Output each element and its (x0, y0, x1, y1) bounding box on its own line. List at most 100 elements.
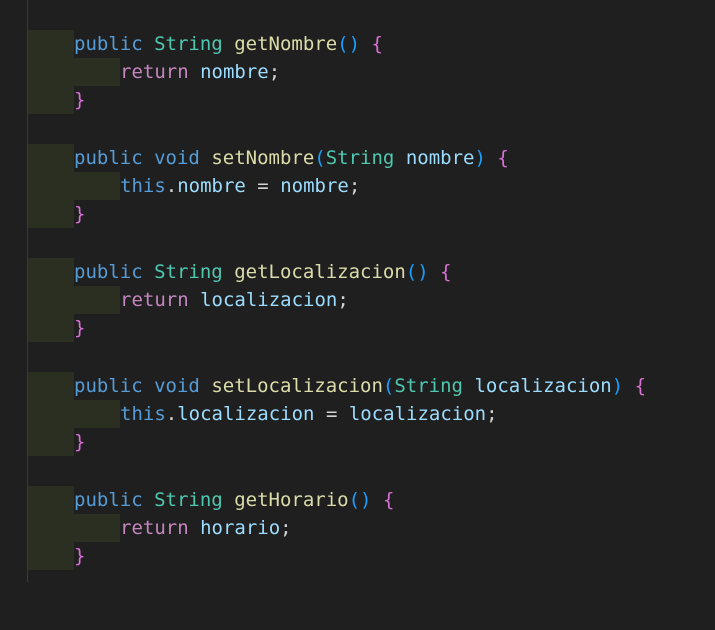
method-body: return localizacion; (120, 286, 349, 314)
semicolon: ; (486, 403, 498, 425)
line-highlight (28, 86, 74, 114)
variable: localizacion (348, 403, 487, 425)
return-keyword: return (120, 61, 189, 83)
open-paren: ( (382, 375, 395, 397)
semicolon: ; (280, 517, 292, 539)
close-paren: ) (348, 33, 361, 55)
close-line: } (74, 200, 85, 228)
close-paren: ) (360, 489, 372, 511)
indent-guide (74, 172, 120, 200)
close-brace: } (74, 431, 86, 453)
method-signature: public String getHorario() { (74, 486, 394, 514)
method-body: this.localizacion = localizacion; (120, 400, 498, 428)
line-highlight (28, 200, 74, 228)
line-highlight (28, 30, 74, 58)
variable: localizacion (200, 289, 338, 311)
modifier-keyword: public (74, 147, 143, 169)
method-signature: public void setLocalizacion(String local… (74, 372, 646, 400)
line-highlight (28, 486, 74, 514)
param-type: String (394, 375, 463, 397)
code-line[interactable]: public void setLocalizacion(String local… (0, 372, 715, 400)
dot: . (165, 175, 178, 197)
code-line[interactable]: this.nombre = nombre; (0, 172, 715, 200)
close-line: } (74, 314, 85, 342)
method-body: this.nombre = nombre; (120, 172, 360, 200)
semicolon: ; (268, 61, 281, 83)
return-type: void (154, 147, 200, 169)
method-name: setNombre (211, 147, 315, 169)
code-line[interactable]: this.localizacion = localizacion; (0, 400, 715, 428)
dot: . (165, 403, 178, 425)
open-paren: ( (337, 33, 349, 55)
return-type: String (154, 33, 223, 55)
assign-operator: = (314, 403, 349, 425)
code-line[interactable]: } (0, 314, 715, 342)
return-type: String (154, 261, 223, 283)
code-line[interactable]: public void setNombre(String nombre) { (0, 144, 715, 172)
line-highlight (28, 58, 74, 86)
method-body: return horario; (120, 514, 292, 542)
modifier-keyword: public (74, 261, 143, 283)
line-highlight (28, 258, 74, 286)
semicolon: ; (337, 289, 349, 311)
code-line[interactable]: return horario; (0, 514, 715, 542)
return-keyword: return (120, 517, 189, 539)
line-highlight (28, 314, 74, 342)
line-highlight (28, 144, 74, 172)
line-highlight (28, 286, 74, 314)
param-type: String (325, 147, 395, 169)
line-highlight (28, 514, 74, 542)
close-paren: ) (474, 147, 486, 169)
open-paren: ( (314, 147, 326, 169)
indent-guide (74, 286, 120, 314)
return-type: void (154, 375, 200, 397)
code-line[interactable]: public String getNombre() { (0, 30, 715, 58)
method-name: setLocalizacion (211, 375, 383, 397)
return-keyword: return (120, 289, 189, 311)
param-name: nombre (405, 147, 475, 169)
open-paren: ( (405, 261, 418, 283)
return-type: String (154, 489, 223, 511)
this-keyword: this (120, 403, 166, 425)
method-signature: public void setNombre(String nombre) { (74, 144, 509, 172)
field: localizacion (177, 403, 315, 425)
close-brace: } (74, 545, 86, 567)
close-brace: } (74, 317, 86, 339)
method-signature: public String getLocalizacion() { (74, 258, 452, 286)
this-keyword: this (120, 175, 166, 197)
code-line[interactable]: public String getLocalizacion() { (0, 258, 715, 286)
code-line[interactable]: } (0, 542, 715, 570)
modifier-keyword: public (74, 33, 143, 55)
code-line[interactable]: return nombre; (0, 58, 715, 86)
close-line: } (74, 428, 85, 456)
line-highlight (28, 542, 74, 570)
method-name: getLocalizacion (234, 261, 406, 283)
open-brace: { (440, 261, 452, 283)
method-name: getHorario (234, 489, 349, 511)
close-brace: } (74, 203, 86, 225)
code-line[interactable]: } (0, 200, 715, 228)
indent-guide (74, 400, 120, 428)
semicolon: ; (348, 175, 361, 197)
close-paren: ) (417, 261, 429, 283)
close-line: } (74, 86, 85, 114)
code-editor[interactable]: public String getNombre() { return nombr… (0, 0, 715, 582)
variable: nombre (200, 61, 269, 83)
modifier-keyword: public (74, 489, 143, 511)
param-name: localizacion (474, 375, 612, 397)
line-highlight (28, 372, 74, 400)
modifier-keyword: public (74, 375, 143, 397)
open-paren: ( (348, 489, 361, 511)
method-name: getNombre (234, 33, 338, 55)
code-line[interactable]: } (0, 428, 715, 456)
close-paren: ) (611, 375, 624, 397)
field: nombre (177, 175, 246, 197)
code-line[interactable]: } (0, 86, 715, 114)
code-line[interactable]: public String getHorario() { (0, 486, 715, 514)
code-line[interactable]: return localizacion; (0, 286, 715, 314)
open-brace: { (382, 489, 395, 511)
close-brace: } (74, 89, 86, 111)
open-brace: { (634, 375, 647, 397)
variable: horario (200, 517, 281, 539)
variable: nombre (280, 175, 349, 197)
